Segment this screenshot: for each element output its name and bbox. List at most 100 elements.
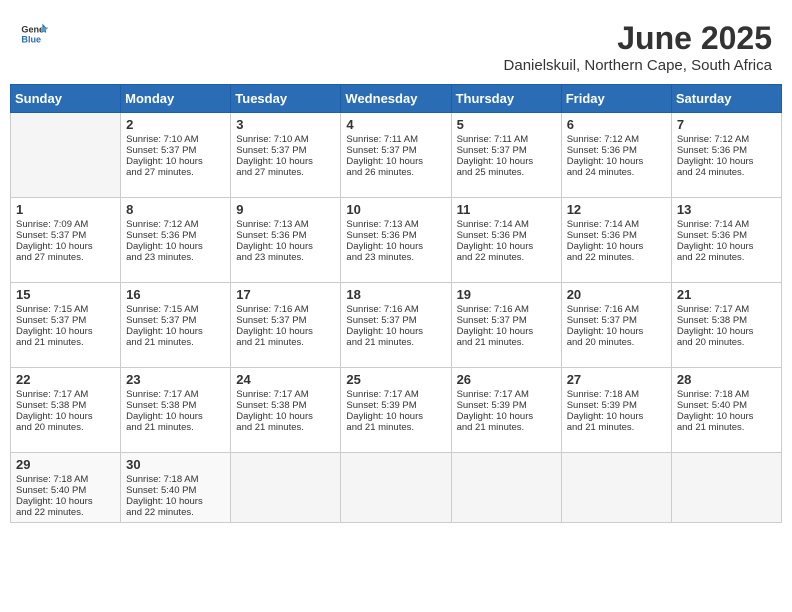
daylight-minutes: and 26 minutes.: [346, 167, 414, 178]
sunset-text: Sunset: 5:36 PM: [567, 145, 637, 156]
sunrise-text: Sunrise: 7:12 AM: [567, 134, 639, 145]
daylight-minutes: and 20 minutes.: [567, 337, 635, 348]
location-title: Danielskuil, Northern Cape, South Africa: [504, 57, 772, 74]
daylight-label: Daylight: 10 hours: [567, 411, 644, 422]
calendar-cell: 29 Sunrise: 7:18 AM Sunset: 5:40 PM Dayl…: [11, 453, 121, 523]
calendar-cell: [11, 113, 121, 198]
sunrise-text: Sunrise: 7:16 AM: [567, 304, 639, 315]
daylight-label: Daylight: 10 hours: [126, 241, 203, 252]
sunset-text: Sunset: 5:38 PM: [236, 400, 306, 411]
sunrise-text: Sunrise: 7:11 AM: [457, 134, 529, 145]
sunset-text: Sunset: 5:39 PM: [346, 400, 416, 411]
sunrise-text: Sunrise: 7:13 AM: [346, 219, 418, 230]
sunset-text: Sunset: 5:36 PM: [126, 230, 196, 241]
daylight-minutes: and 21 minutes.: [16, 337, 84, 348]
calendar-cell: 28 Sunrise: 7:18 AM Sunset: 5:40 PM Dayl…: [671, 368, 781, 453]
day-number: 10: [346, 202, 445, 217]
sunset-text: Sunset: 5:40 PM: [126, 485, 196, 496]
calendar-cell: 7 Sunrise: 7:12 AM Sunset: 5:36 PM Dayli…: [671, 113, 781, 198]
day-header-monday: Monday: [121, 85, 231, 113]
calendar-cell: 9 Sunrise: 7:13 AM Sunset: 5:36 PM Dayli…: [231, 198, 341, 283]
sunrise-text: Sunrise: 7:18 AM: [126, 474, 198, 485]
calendar-cell: 21 Sunrise: 7:17 AM Sunset: 5:38 PM Dayl…: [671, 283, 781, 368]
daylight-minutes: and 21 minutes.: [457, 337, 525, 348]
calendar: SundayMondayTuesdayWednesdayThursdayFrid…: [10, 84, 782, 523]
sunset-text: Sunset: 5:36 PM: [677, 145, 747, 156]
calendar-cell: 6 Sunrise: 7:12 AM Sunset: 5:36 PM Dayli…: [561, 113, 671, 198]
day-number: 5: [457, 117, 556, 132]
daylight-label: Daylight: 10 hours: [457, 411, 534, 422]
day-number: 11: [457, 202, 556, 217]
daylight-label: Daylight: 10 hours: [236, 326, 313, 337]
daylight-label: Daylight: 10 hours: [126, 411, 203, 422]
calendar-cell: 3 Sunrise: 7:10 AM Sunset: 5:37 PM Dayli…: [231, 113, 341, 198]
daylight-minutes: and 21 minutes.: [677, 422, 745, 433]
day-number: 22: [16, 372, 115, 387]
sunrise-text: Sunrise: 7:14 AM: [677, 219, 749, 230]
sunrise-text: Sunrise: 7:17 AM: [236, 389, 308, 400]
daylight-label: Daylight: 10 hours: [677, 411, 754, 422]
calendar-cell: 19 Sunrise: 7:16 AM Sunset: 5:37 PM Dayl…: [451, 283, 561, 368]
daylight-minutes: and 22 minutes.: [457, 252, 525, 263]
header-row: SundayMondayTuesdayWednesdayThursdayFrid…: [11, 85, 782, 113]
sunset-text: Sunset: 5:37 PM: [236, 315, 306, 326]
daylight-minutes: and 27 minutes.: [16, 252, 84, 263]
calendar-cell: 27 Sunrise: 7:18 AM Sunset: 5:39 PM Dayl…: [561, 368, 671, 453]
daylight-label: Daylight: 10 hours: [16, 496, 93, 507]
calendar-cell: [561, 453, 671, 523]
sunrise-text: Sunrise: 7:14 AM: [457, 219, 529, 230]
sunset-text: Sunset: 5:36 PM: [567, 230, 637, 241]
calendar-cell: 25 Sunrise: 7:17 AM Sunset: 5:39 PM Dayl…: [341, 368, 451, 453]
day-number: 3: [236, 117, 335, 132]
sunset-text: Sunset: 5:37 PM: [457, 145, 527, 156]
sunrise-text: Sunrise: 7:17 AM: [457, 389, 529, 400]
day-number: 20: [567, 287, 666, 302]
calendar-cell: [451, 453, 561, 523]
sunset-text: Sunset: 5:38 PM: [16, 400, 86, 411]
calendar-cell: 20 Sunrise: 7:16 AM Sunset: 5:37 PM Dayl…: [561, 283, 671, 368]
daylight-minutes: and 20 minutes.: [16, 422, 84, 433]
logo: General Blue: [20, 20, 50, 48]
daylight-minutes: and 22 minutes.: [567, 252, 635, 263]
calendar-cell: 26 Sunrise: 7:17 AM Sunset: 5:39 PM Dayl…: [451, 368, 561, 453]
daylight-minutes: and 27 minutes.: [236, 167, 304, 178]
day-number: 28: [677, 372, 776, 387]
calendar-cell: 8 Sunrise: 7:12 AM Sunset: 5:36 PM Dayli…: [121, 198, 231, 283]
calendar-cell: 4 Sunrise: 7:11 AM Sunset: 5:37 PM Dayli…: [341, 113, 451, 198]
sunset-text: Sunset: 5:38 PM: [677, 315, 747, 326]
month-title: June 2025: [504, 20, 772, 57]
daylight-label: Daylight: 10 hours: [126, 326, 203, 337]
daylight-minutes: and 23 minutes.: [126, 252, 194, 263]
daylight-label: Daylight: 10 hours: [567, 156, 644, 167]
calendar-cell: 15 Sunrise: 7:15 AM Sunset: 5:37 PM Dayl…: [11, 283, 121, 368]
day-number: 17: [236, 287, 335, 302]
calendar-cell: 30 Sunrise: 7:18 AM Sunset: 5:40 PM Dayl…: [121, 453, 231, 523]
calendar-cell: [671, 453, 781, 523]
daylight-label: Daylight: 10 hours: [16, 326, 93, 337]
sunrise-text: Sunrise: 7:10 AM: [126, 134, 198, 145]
day-number: 30: [126, 457, 225, 472]
calendar-cell: 16 Sunrise: 7:15 AM Sunset: 5:37 PM Dayl…: [121, 283, 231, 368]
sunset-text: Sunset: 5:39 PM: [567, 400, 637, 411]
daylight-minutes: and 24 minutes.: [567, 167, 635, 178]
sunset-text: Sunset: 5:37 PM: [567, 315, 637, 326]
sunset-text: Sunset: 5:37 PM: [346, 145, 416, 156]
sunrise-text: Sunrise: 7:18 AM: [16, 474, 88, 485]
daylight-label: Daylight: 10 hours: [236, 241, 313, 252]
daylight-minutes: and 22 minutes.: [16, 507, 84, 518]
week-row-2: 15 Sunrise: 7:15 AM Sunset: 5:37 PM Dayl…: [11, 283, 782, 368]
daylight-minutes: and 21 minutes.: [567, 422, 635, 433]
sunrise-text: Sunrise: 7:18 AM: [677, 389, 749, 400]
sunrise-text: Sunrise: 7:18 AM: [567, 389, 639, 400]
daylight-label: Daylight: 10 hours: [567, 241, 644, 252]
daylight-minutes: and 24 minutes.: [677, 167, 745, 178]
daylight-minutes: and 21 minutes.: [126, 337, 194, 348]
daylight-label: Daylight: 10 hours: [16, 411, 93, 422]
sunrise-text: Sunrise: 7:16 AM: [346, 304, 418, 315]
sunset-text: Sunset: 5:40 PM: [677, 400, 747, 411]
day-number: 8: [126, 202, 225, 217]
sunset-text: Sunset: 5:37 PM: [236, 145, 306, 156]
daylight-label: Daylight: 10 hours: [346, 326, 423, 337]
daylight-minutes: and 22 minutes.: [677, 252, 745, 263]
daylight-minutes: and 22 minutes.: [126, 507, 194, 518]
